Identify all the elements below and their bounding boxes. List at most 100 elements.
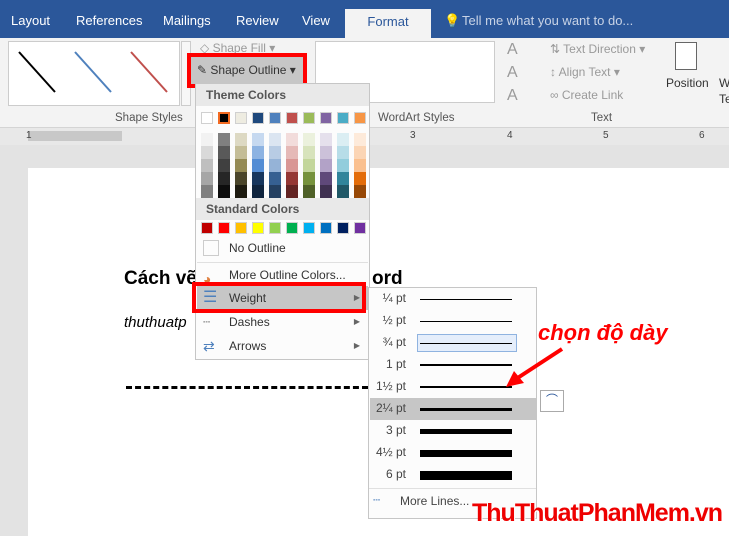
theme-shade-swatch[interactable] — [269, 172, 281, 185]
theme-color-swatch[interactable] — [286, 112, 298, 124]
theme-shade-swatch[interactable] — [303, 159, 315, 172]
text-outline-icon[interactable]: A — [507, 64, 518, 82]
theme-shade-swatch[interactable] — [286, 185, 298, 198]
theme-shade-swatch[interactable] — [337, 172, 349, 185]
theme-shade-swatch[interactable] — [235, 185, 247, 198]
shape-styles-gallery[interactable] — [8, 41, 180, 106]
theme-shade-swatch[interactable] — [218, 172, 230, 185]
theme-shade-swatch[interactable] — [354, 159, 366, 172]
theme-shade-swatch[interactable] — [320, 146, 332, 159]
standard-color-swatch[interactable] — [286, 222, 298, 234]
theme-shade-swatch[interactable] — [201, 185, 213, 198]
theme-shade-swatch[interactable] — [235, 146, 247, 159]
standard-color-swatch[interactable] — [252, 222, 264, 234]
theme-shade-swatch[interactable] — [286, 146, 298, 159]
tab-references[interactable]: References — [76, 13, 142, 28]
theme-color-swatch[interactable] — [218, 112, 230, 124]
standard-color-swatch[interactable] — [269, 222, 281, 234]
theme-shade-swatch[interactable] — [235, 159, 247, 172]
theme-shade-swatch[interactable] — [235, 172, 247, 185]
standard-color-swatch[interactable] — [218, 222, 230, 234]
tab-review[interactable]: Review — [236, 13, 279, 28]
theme-shade-swatch[interactable] — [269, 146, 281, 159]
theme-shade-swatch[interactable] — [252, 185, 264, 198]
annotation-text: chọn độ dày — [538, 320, 668, 345]
theme-shade-swatch[interactable] — [201, 159, 213, 172]
theme-shade-swatch[interactable] — [201, 133, 213, 146]
standard-color-swatch[interactable] — [201, 222, 213, 234]
text-fill-icon[interactable]: A — [507, 41, 518, 59]
theme-shade-swatch[interactable] — [252, 159, 264, 172]
theme-shade-swatch[interactable] — [354, 172, 366, 185]
dashed-line-shape[interactable] — [126, 386, 368, 389]
theme-shade-swatch[interactable] — [303, 133, 315, 146]
theme-shade-swatch[interactable] — [320, 159, 332, 172]
theme-color-swatch[interactable] — [320, 112, 332, 124]
theme-shade-swatch[interactable] — [354, 133, 366, 146]
standard-color-swatch[interactable] — [303, 222, 315, 234]
theme-shade-swatch[interactable] — [354, 185, 366, 198]
theme-color-swatch[interactable] — [235, 112, 247, 124]
dashes-item[interactable]: ┄ Dashes ▶ — [197, 310, 368, 334]
weight-option[interactable]: ½ pt — [370, 310, 536, 332]
lightbulb-icon: 💡 — [444, 13, 461, 28]
standard-color-swatch[interactable] — [354, 222, 366, 234]
theme-shade-swatch[interactable] — [218, 185, 230, 198]
theme-color-swatch[interactable] — [337, 112, 349, 124]
theme-color-swatch[interactable] — [201, 112, 213, 124]
theme-shade-swatch[interactable] — [201, 172, 213, 185]
theme-shade-swatch[interactable] — [286, 133, 298, 146]
theme-shade-swatch[interactable] — [337, 185, 349, 198]
no-outline-item[interactable]: No Outline — [197, 236, 368, 260]
theme-color-swatch[interactable] — [354, 112, 366, 124]
theme-shade-swatch[interactable] — [235, 133, 247, 146]
tab-mailings[interactable]: Mailings — [163, 13, 211, 28]
weight-option[interactable]: 2¼ pt — [370, 398, 536, 420]
theme-shade-swatch[interactable] — [337, 133, 349, 146]
theme-shade-swatch[interactable] — [286, 172, 298, 185]
theme-shade-swatch[interactable] — [252, 133, 264, 146]
theme-shade-swatch[interactable] — [286, 159, 298, 172]
standard-color-swatch[interactable] — [337, 222, 349, 234]
theme-color-swatch[interactable] — [303, 112, 315, 124]
position-button[interactable]: Position — [666, 76, 709, 90]
theme-shade-swatch[interactable] — [252, 172, 264, 185]
weight-option[interactable]: 3 pt — [370, 420, 536, 442]
theme-shade-swatch[interactable] — [303, 146, 315, 159]
create-link-button[interactable]: ∞ Create Link — [550, 88, 623, 102]
theme-shade-swatch[interactable] — [218, 146, 230, 159]
standard-color-swatch[interactable] — [320, 222, 332, 234]
more-lines-item[interactable]: More Lines... — [400, 494, 469, 508]
theme-shade-swatch[interactable] — [269, 133, 281, 146]
weight-option[interactable]: 6 pt — [370, 464, 536, 486]
theme-shade-swatch[interactable] — [320, 185, 332, 198]
theme-shade-swatch[interactable] — [269, 185, 281, 198]
arrows-icon: ⇄ — [203, 338, 215, 354]
theme-shade-swatch[interactable] — [354, 146, 366, 159]
theme-shade-swatch[interactable] — [320, 172, 332, 185]
theme-shade-swatch[interactable] — [337, 146, 349, 159]
tab-layout[interactable]: Layout — [11, 13, 50, 28]
tab-view[interactable]: View — [302, 13, 330, 28]
weight-option[interactable]: ¼ pt — [370, 288, 536, 310]
theme-color-swatch[interactable] — [252, 112, 264, 124]
weight-option[interactable]: 4½ pt — [370, 442, 536, 464]
theme-shade-swatch[interactable] — [269, 159, 281, 172]
theme-shade-swatch[interactable] — [303, 185, 315, 198]
standard-color-swatch[interactable] — [235, 222, 247, 234]
theme-shade-swatch[interactable] — [252, 146, 264, 159]
arrows-item[interactable]: ⇄ Arrows ▶ — [197, 334, 368, 358]
align-text-button[interactable]: ↕ Align Text ▾ — [550, 65, 620, 79]
text-direction-button[interactable]: ⇅ Text Direction ▾ — [550, 42, 645, 56]
theme-shade-swatch[interactable] — [201, 146, 213, 159]
tell-me-input[interactable]: Tell me what you want to do... — [462, 13, 633, 28]
tab-format[interactable]: Format — [345, 9, 431, 38]
wrap-text-button[interactable]: W — [719, 76, 729, 90]
theme-shade-swatch[interactable] — [320, 133, 332, 146]
theme-shade-swatch[interactable] — [218, 159, 230, 172]
theme-color-swatch[interactable] — [269, 112, 281, 124]
theme-shade-swatch[interactable] — [218, 133, 230, 146]
theme-shade-swatch[interactable] — [337, 159, 349, 172]
text-effects-icon[interactable]: A — [507, 87, 518, 105]
theme-shade-swatch[interactable] — [303, 172, 315, 185]
